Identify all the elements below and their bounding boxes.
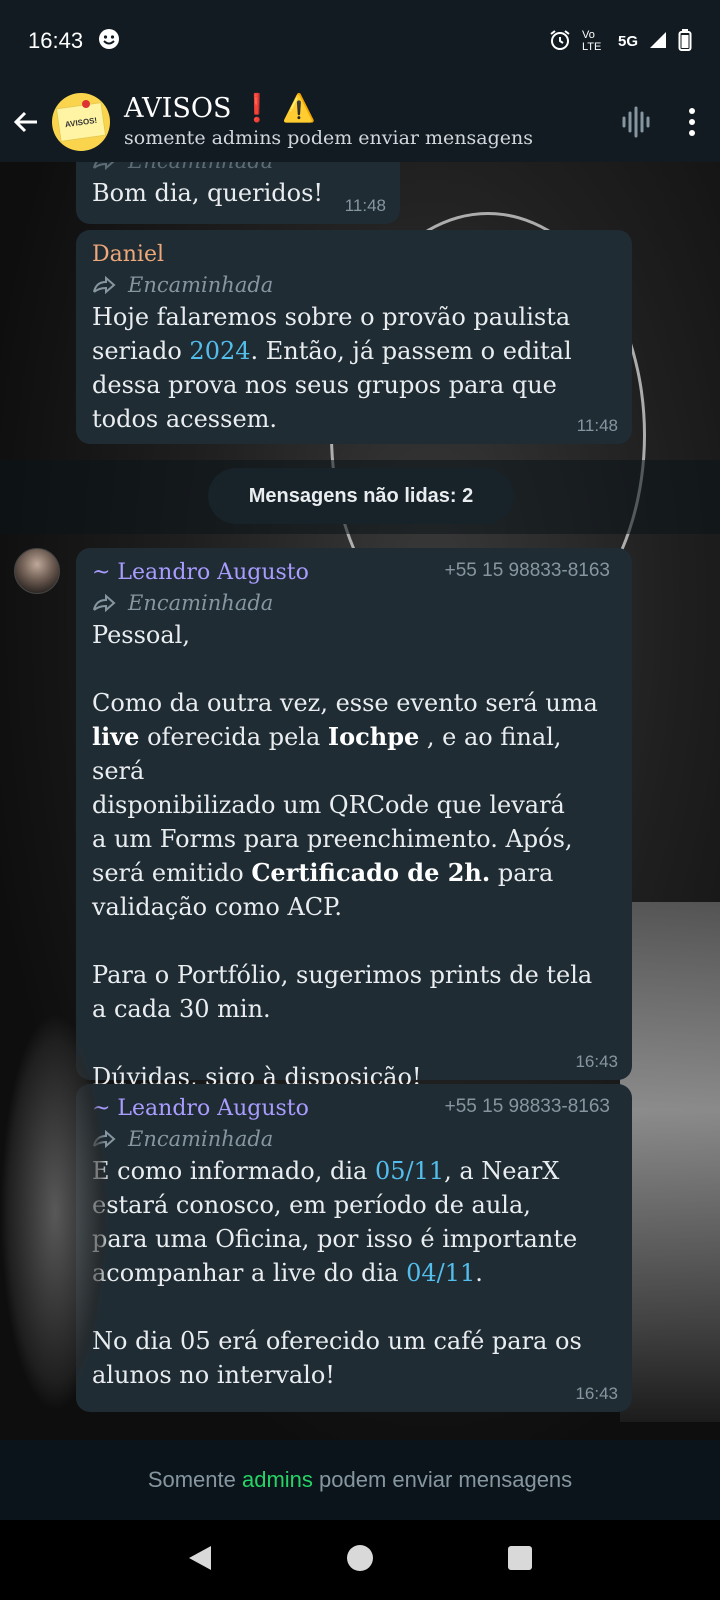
wallpaper-decoration — [620, 902, 720, 1422]
message-segment: Como da outra vez, esse evento será uma — [92, 689, 598, 717]
status-bar: 16:43 Vo LTE 5G — [0, 0, 720, 82]
exclamation-emoji: ❗ — [240, 93, 274, 124]
message-time: 11:48 — [576, 416, 618, 435]
message-segment: E como informado, dia — [92, 1157, 375, 1185]
bold-segment: Iochpe — [327, 722, 420, 751]
volte-icon: Vo LTE — [581, 29, 602, 53]
forwarded-text: Encaminhada — [128, 162, 273, 176]
arrow-left-icon — [13, 111, 37, 133]
message-bubble[interactable]: ~ Leandro Augusto +55 15 98833-8163 Enca… — [76, 548, 632, 1091]
forwarded-text: Encaminhada — [128, 591, 274, 615]
nav-recents-button[interactable] — [507, 1545, 533, 1575]
message-segment: . — [475, 1259, 483, 1287]
forward-icon — [93, 594, 116, 612]
bold-segment: live — [92, 722, 140, 751]
forward-icon — [93, 1130, 116, 1148]
message-text: Pessoal, Como da outra vez, esse evento … — [92, 618, 616, 1094]
network-type: 5G — [617, 32, 638, 50]
sender-phone[interactable]: +55 15 98833-8163 — [445, 1096, 610, 1118]
date-link[interactable]: 05/11 — [375, 1157, 444, 1185]
message-segment: oferecida pela — [139, 723, 328, 751]
menu-button[interactable] — [664, 82, 720, 162]
message-paragraph: Pessoal, — [92, 621, 190, 649]
bold-segment: Certificado de 2h. — [251, 858, 491, 887]
forwarded-label: Encaminhada — [92, 162, 384, 176]
triangle-back-icon — [188, 1546, 211, 1570]
forwarded-label: Encaminhada — [92, 588, 616, 618]
message-bubble[interactable]: ~ Leandro Augusto +55 15 98833-8163 Enca… — [76, 1084, 632, 1412]
admins-only-notice: Somente admins podem enviar mensagens — [0, 1440, 720, 1520]
chat-header: AVISOS! AVISOS ❗ ⚠️ somente admins podem… — [0, 82, 720, 162]
group-title: AVISOS ❗ ⚠️ — [124, 93, 608, 125]
notice-suffix: podem enviar mensagens — [312, 1467, 573, 1492]
message-link[interactable]: 2024 — [189, 337, 250, 365]
pin-icon — [82, 100, 90, 108]
message-time: 16:43 — [575, 1384, 618, 1403]
system-nav-bar — [0, 1520, 720, 1600]
status-time: 16:43 — [28, 28, 84, 53]
message-bubble[interactable]: Daniel Encaminhada Hoje falaremos sobre … — [76, 230, 632, 444]
forward-icon — [93, 162, 115, 170]
circle-home-icon — [346, 1545, 373, 1571]
warning-emoji: ⚠️ — [282, 93, 316, 124]
forwarded-label: Encaminhada — [92, 1124, 616, 1154]
signal-icon — [648, 30, 668, 53]
whatsapp-notification-icon — [97, 27, 121, 56]
more-vertical-icon — [689, 108, 695, 136]
sound-wave-icon — [622, 106, 650, 138]
group-subtitle: somente admins podem enviar mensagens — [124, 127, 533, 149]
unread-messages-badge: Mensagens não lidas: 2 — [208, 468, 514, 524]
nav-back-button[interactable] — [187, 1544, 213, 1576]
message-text: Bom dia, queridos! — [92, 179, 324, 207]
message-time: 11:48 — [344, 196, 386, 215]
sender-phone[interactable]: +55 15 98833-8163 — [445, 560, 610, 582]
sender-name[interactable]: Daniel — [92, 240, 616, 270]
message-bubble[interactable]: Encaminhada Bom dia, queridos! 11:48 — [76, 162, 400, 224]
forwarded-text: Encaminhada — [128, 273, 274, 297]
group-avatar[interactable]: AVISOS! — [52, 93, 110, 151]
message-text: Hoje falaremos sobre o provão paulista s… — [92, 300, 616, 436]
sender-avatar[interactable] — [14, 548, 60, 594]
forwarded-label: Encaminhada — [92, 270, 616, 300]
message-paragraph: Para o Portfólio, sugerimos prints de te… — [92, 961, 593, 1023]
forwarded-text: Encaminhada — [128, 1127, 274, 1151]
admins-link[interactable]: admins — [242, 1467, 313, 1493]
message-time: 16:43 — [575, 1052, 618, 1071]
alarm-icon — [548, 28, 572, 55]
forward-icon — [93, 276, 116, 294]
group-title-text: AVISOS — [124, 93, 232, 124]
square-recents-icon — [508, 1546, 533, 1570]
notice-prefix: Somente — [147, 1467, 242, 1492]
back-button[interactable] — [0, 82, 52, 162]
voice-chat-button[interactable] — [608, 82, 664, 162]
battery-icon — [678, 28, 692, 55]
date-link[interactable]: 04/11 — [406, 1259, 475, 1287]
nav-home-button[interactable] — [346, 1544, 374, 1576]
chat-area[interactable]: Encaminhada Bom dia, queridos! 11:48 Dan… — [0, 162, 720, 1440]
message-text: E como informado, dia 05/11, a NearX est… — [92, 1154, 616, 1392]
avatar-note: AVISOS! — [55, 101, 107, 143]
group-info[interactable]: AVISOS ❗ ⚠️ somente admins podem enviar … — [124, 93, 608, 151]
message-paragraph: No dia 05 erá oferecido um café para os … — [92, 1327, 582, 1389]
